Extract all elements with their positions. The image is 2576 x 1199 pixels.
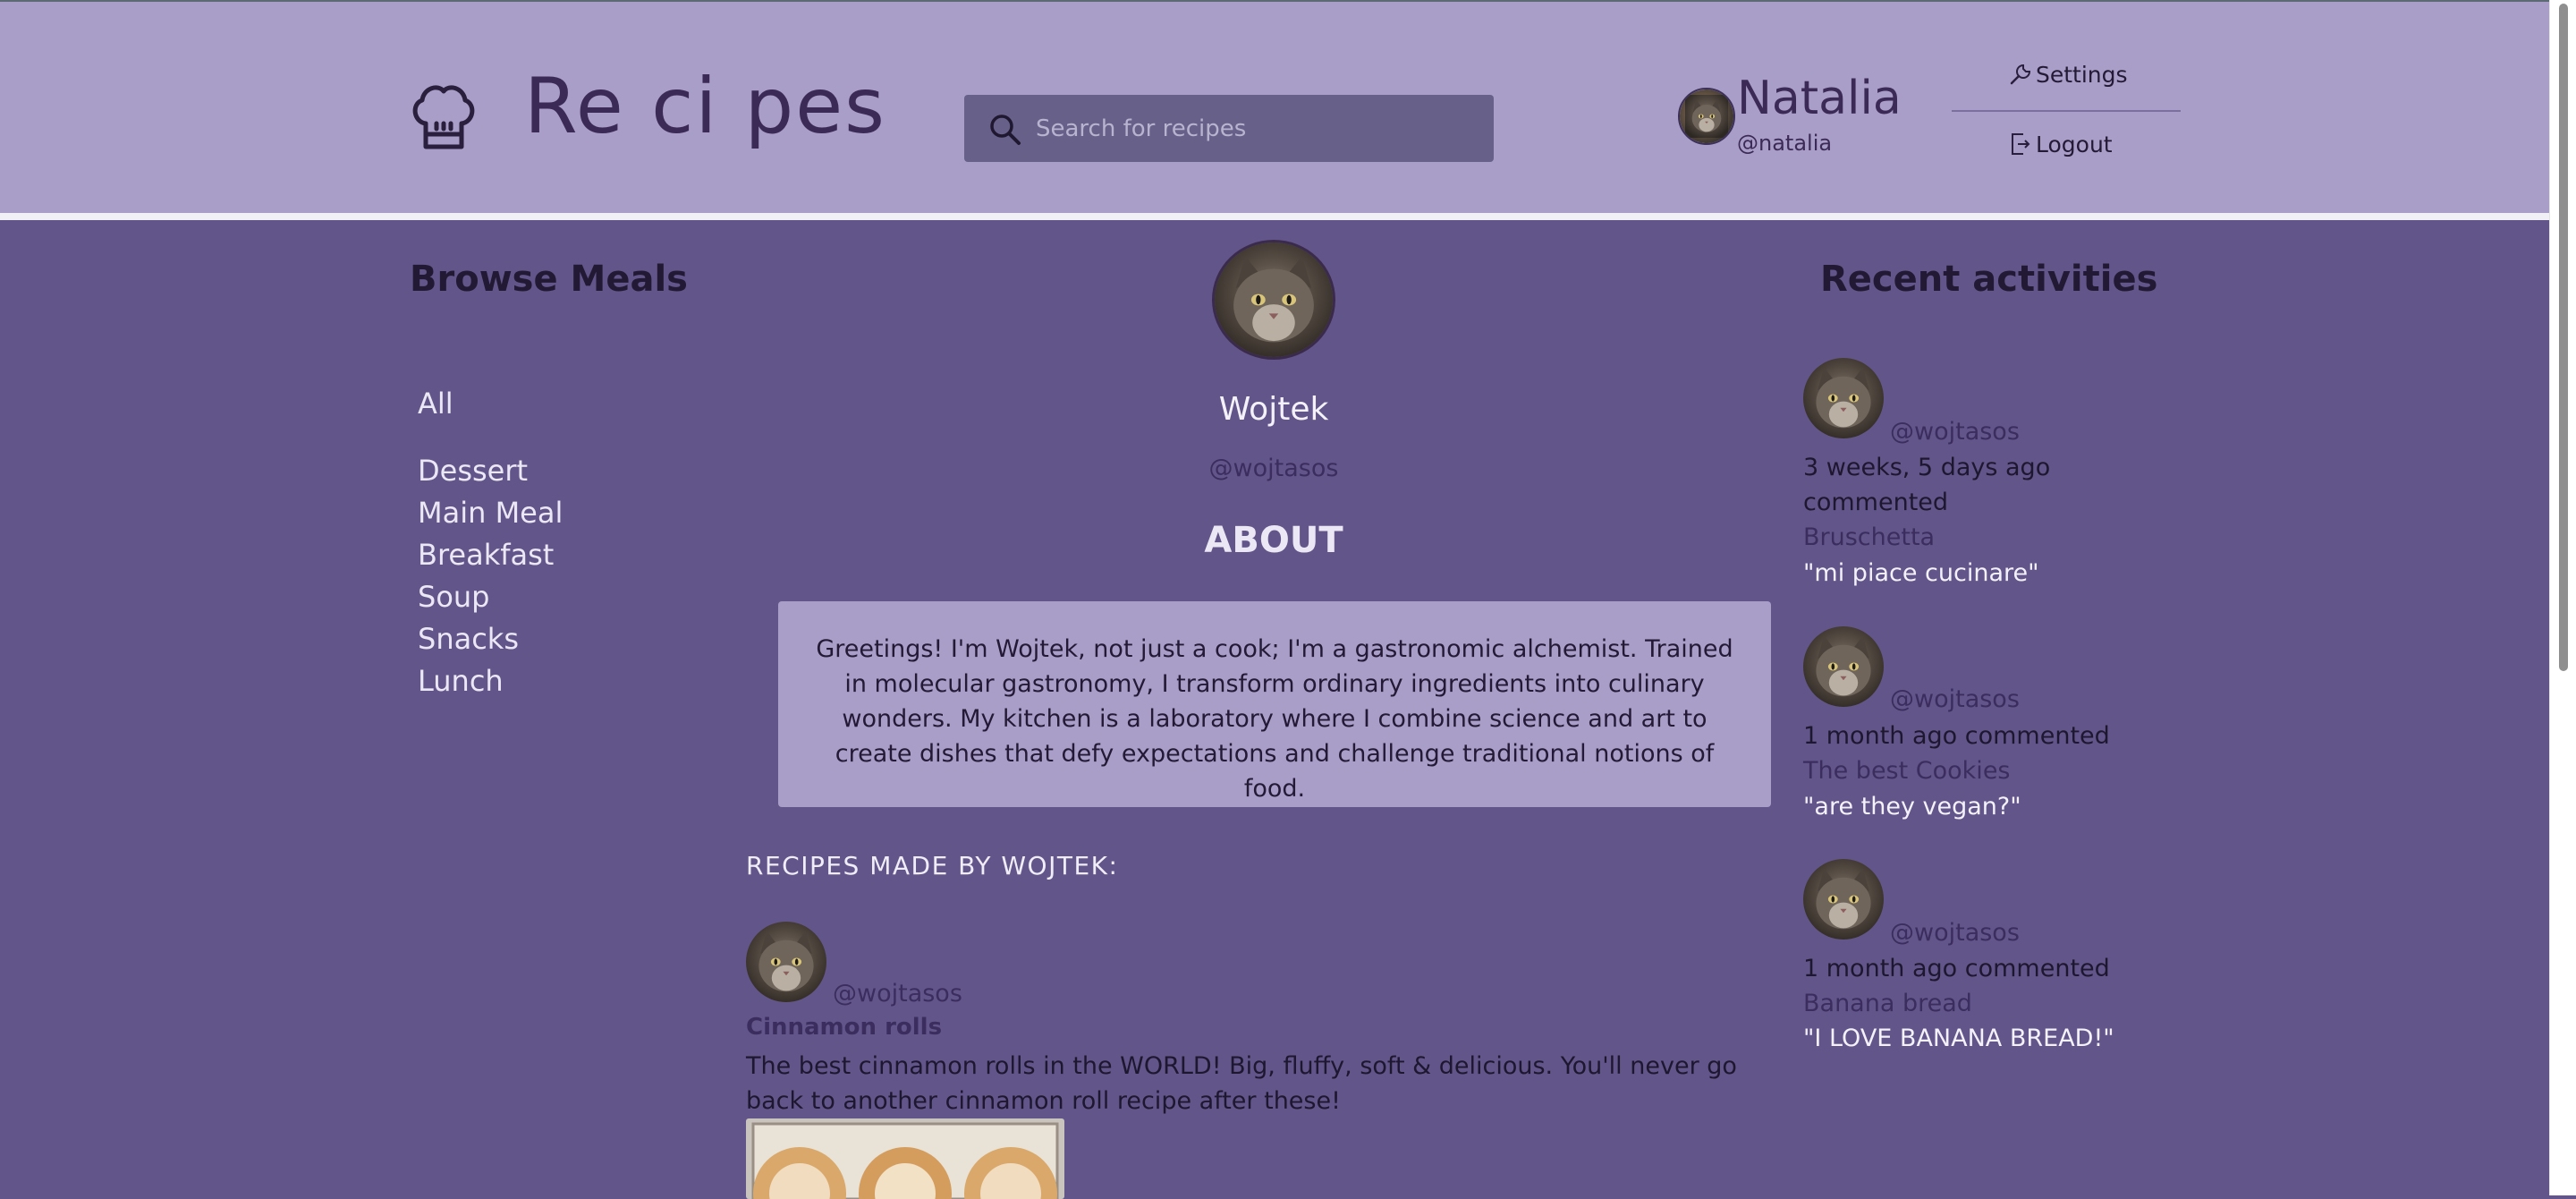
profile-handle: @wojtasos <box>1208 455 1339 482</box>
activity-avatar[interactable] <box>1803 859 1884 940</box>
page-scrollbar[interactable] <box>2549 0 2576 1195</box>
profile-avatar <box>1212 240 1335 360</box>
recipes-heading: RECIPES MADE BY WOJTEK: <box>746 851 1119 880</box>
about-text: Greetings! I'm Wojtek, not just a cook; … <box>778 601 1771 807</box>
settings-link[interactable]: Settings <box>2009 63 2128 86</box>
profile-name: Wojtek <box>1218 391 1329 428</box>
header-divider <box>0 213 2549 220</box>
scrollbar-thumb[interactable] <box>2559 4 2568 671</box>
logout-label: Logout <box>2036 131 2113 157</box>
activity-time: 1 month ago commented <box>1803 955 2110 982</box>
user-avatar[interactable] <box>1678 88 1735 145</box>
user-name[interactable]: Natalia <box>1737 75 1902 122</box>
about-title: ABOUT <box>1204 520 1343 561</box>
recent-activities-title: Recent activities <box>1820 259 2158 300</box>
meal-category-lunch[interactable]: Lunch <box>418 667 504 695</box>
menu-divider <box>1952 110 2181 112</box>
search-bar[interactable] <box>964 95 1494 162</box>
user-handle: @natalia <box>1737 131 1833 156</box>
browse-meals-title: Browse Meals <box>410 259 688 300</box>
activity-user-handle[interactable]: @wojtasos <box>1890 420 2020 444</box>
recipe-author-avatar[interactable] <box>746 922 826 1002</box>
recipe-title[interactable]: Cinnamon rolls <box>746 1016 942 1039</box>
activity-recipe-link[interactable]: Bruschetta <box>1803 525 1935 549</box>
settings-label: Settings <box>2036 61 2128 88</box>
activity-comment: "I LOVE BANANA BREAD!" <box>1803 1025 2114 1052</box>
recipe-description: The best cinnamon rolls in the WORLD! Bi… <box>746 1052 1737 1115</box>
chef-hat-icon[interactable] <box>408 79 479 152</box>
activity-action: commented <box>1803 489 1949 516</box>
meal-category-breakfast[interactable]: Breakfast <box>418 540 554 569</box>
site-header: Re ci pes Natalia @natalia Settings Logo… <box>0 0 2549 213</box>
activity-user-handle[interactable]: @wojtasos <box>1890 687 2020 711</box>
meal-category-all[interactable]: All <box>418 389 453 418</box>
meal-category-soup[interactable]: Soup <box>418 582 489 611</box>
wrench-icon <box>2010 64 2031 85</box>
activity-user-handle[interactable]: @wojtasos <box>1890 921 2020 945</box>
activity-comment: "are they vegan?" <box>1803 793 2021 821</box>
activity-recipe-link[interactable]: Banana bread <box>1803 991 1972 1016</box>
recipe-author-handle[interactable]: @wojtasos <box>833 982 962 1006</box>
activity-avatar[interactable] <box>1803 626 1884 707</box>
activity-recipe-link[interactable]: The best Cookies <box>1803 759 2011 783</box>
site-logo-text[interactable]: Re ci pes <box>524 68 886 145</box>
logout-link[interactable]: Logout <box>2009 132 2113 157</box>
activity-time: 3 weeks, 5 days ago <box>1803 454 2051 481</box>
meal-category-snacks[interactable]: Snacks <box>418 625 519 653</box>
search-icon <box>990 115 1021 145</box>
recipe-image[interactable] <box>746 1118 1064 1199</box>
activity-time: 1 month ago commented <box>1803 722 2110 750</box>
search-input[interactable] <box>1036 95 1483 162</box>
activity-comment: "mi piace cucinare" <box>1803 559 2039 587</box>
meal-category-main-meal[interactable]: Main Meal <box>418 498 563 527</box>
logout-icon <box>2012 133 2030 155</box>
activity-avatar[interactable] <box>1803 358 1884 438</box>
meal-category-dessert[interactable]: Dessert <box>418 456 528 485</box>
